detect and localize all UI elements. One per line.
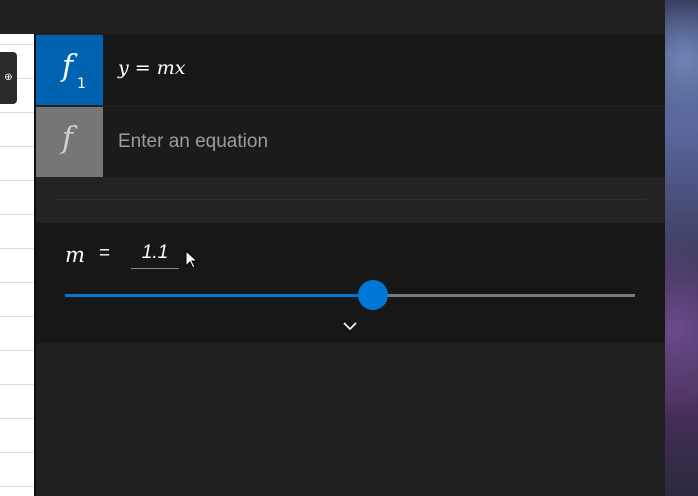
- graph-canvas[interactable]: ⊕: [0, 0, 36, 496]
- function-color-badge[interactable]: f 1: [36, 35, 103, 105]
- variables-separator: [36, 177, 665, 223]
- function-panel-header: [36, 0, 665, 34]
- graph-toolbar: [0, 0, 36, 34]
- function-expression[interactable]: y = mx: [118, 57, 185, 79]
- mouse-pointer-icon: [185, 250, 199, 269]
- function-index: 1: [77, 76, 86, 92]
- variable-slider[interactable]: [65, 280, 635, 310]
- slider-fill: [65, 294, 373, 297]
- variable-panel: m = 1.1: [36, 223, 665, 343]
- divider: [54, 199, 646, 200]
- function-row-1[interactable]: f 1 y = mx: [36, 35, 665, 105]
- function-row-2[interactable]: f Enter an equation: [36, 107, 665, 177]
- function-letter: f: [62, 121, 74, 156]
- graph-tool-button[interactable]: ⊕: [0, 52, 17, 104]
- variable-value-input[interactable]: 1.1: [131, 242, 179, 269]
- variable-equals: =: [99, 243, 111, 264]
- chevron-down-icon[interactable]: [340, 316, 360, 336]
- desktop-wallpaper: [665, 0, 698, 496]
- equation-input[interactable]: Enter an equation: [118, 131, 268, 153]
- graph-tool-icon: ⊕: [4, 72, 13, 83]
- variable-name: m: [65, 243, 85, 267]
- function-color-badge[interactable]: f: [36, 107, 103, 177]
- slider-thumb[interactable]: [357, 280, 388, 310]
- function-letter: f: [62, 49, 74, 84]
